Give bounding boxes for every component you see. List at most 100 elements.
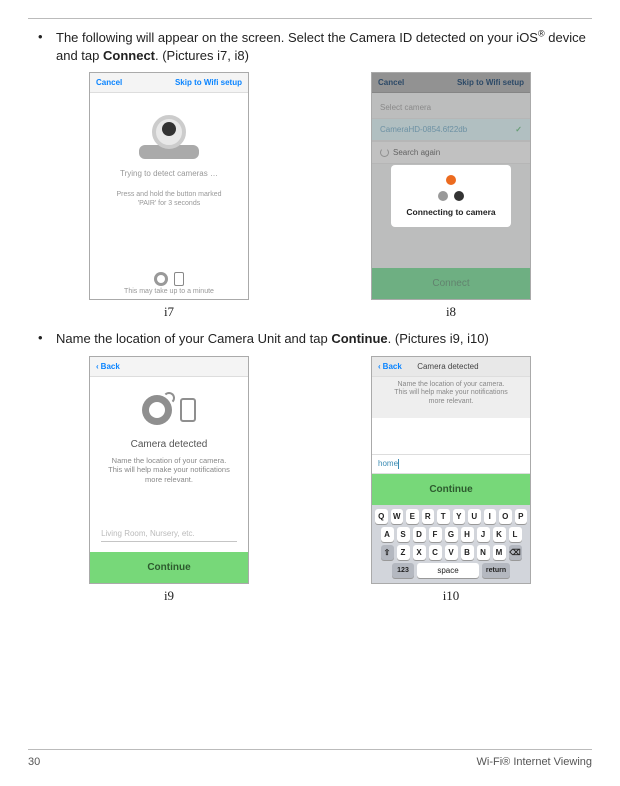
text: The following will appear on the screen.… — [56, 30, 538, 45]
bullet-item: The following will appear on the screen.… — [28, 29, 592, 64]
space-key[interactable]: space — [417, 563, 479, 578]
caption: i7 — [164, 304, 174, 320]
navbar: ‹ Back Camera detected — [372, 357, 530, 377]
phone-screen-i10: ‹ Back Camera detected Name the location… — [371, 356, 531, 584]
navbar-title: Camera detected — [417, 362, 478, 371]
registered-mark: ® — [538, 29, 545, 39]
footer-text: This may take up to a minute — [124, 288, 214, 295]
help-text: Press and hold the button marked'PAIR' f… — [116, 190, 221, 208]
key-T[interactable]: T — [437, 509, 450, 524]
key-⌫[interactable]: ⌫ — [509, 545, 522, 560]
key-J[interactable]: J — [477, 527, 490, 542]
continue-button[interactable]: Continue — [90, 552, 248, 583]
on-screen-keyboard[interactable]: QWERTYUIOP ASDFGHJKL ⇧ZXCVBNM⌫ 123 space… — [372, 505, 530, 583]
modal-overlay: Connecting to camera — [372, 93, 530, 299]
loading-icon — [438, 175, 464, 201]
page-number: 30 — [28, 756, 40, 768]
bullet-marker — [38, 29, 56, 64]
key-I[interactable]: I — [484, 509, 497, 524]
bullet-marker — [38, 330, 56, 348]
figure-i7: Cancel Skip to Wifi setup Trying to dete… — [89, 72, 249, 320]
cancel-button[interactable]: Cancel — [378, 78, 404, 87]
back-button[interactable]: ‹ Back — [378, 362, 402, 371]
keyboard-row-1: QWERTYUIOP — [375, 509, 527, 524]
location-input[interactable]: home — [372, 454, 530, 474]
caption: i8 — [446, 304, 456, 320]
camera-icon — [154, 272, 168, 286]
key-F[interactable]: F — [429, 527, 442, 542]
key-H[interactable]: H — [461, 527, 474, 542]
status-text: Trying to detect cameras … — [120, 169, 218, 178]
location-input[interactable]: Living Room, Nursery, etc. — [101, 526, 237, 542]
key-M[interactable]: M — [493, 545, 506, 560]
skip-link[interactable]: Skip to Wifi setup — [457, 78, 524, 87]
keyboard-row-3: ⇧ZXCVBNM⌫ — [375, 545, 527, 560]
bullet-text: The following will appear on the screen.… — [56, 29, 592, 64]
key-E[interactable]: E — [406, 509, 419, 524]
key-Q[interactable]: Q — [375, 509, 388, 524]
key-C[interactable]: C — [429, 545, 442, 560]
numbers-key[interactable]: 123 — [392, 563, 414, 578]
text-bold: Continue — [331, 331, 387, 346]
key-V[interactable]: V — [445, 545, 458, 560]
bullet-text: Name the location of your Camera Unit an… — [56, 330, 489, 348]
text-bold: Connect — [103, 48, 155, 63]
back-button[interactable]: ‹ Back — [96, 362, 120, 371]
camera-illustration — [134, 111, 204, 159]
key-O[interactable]: O — [499, 509, 512, 524]
figure-row: Cancel Skip to Wifi setup Trying to dete… — [28, 72, 592, 320]
key-Z[interactable]: Z — [397, 545, 410, 560]
sub-text: Name the location of your camera. This w… — [90, 456, 248, 485]
key-D[interactable]: D — [413, 527, 426, 542]
text: . (Pictures i9, i10) — [388, 331, 489, 346]
page-footer: 30 Wi-Fi® Internet Viewing — [28, 749, 592, 768]
cancel-button[interactable]: Cancel — [96, 78, 122, 87]
key-B[interactable]: B — [461, 545, 474, 560]
navbar: Cancel Skip to Wifi setup — [90, 73, 248, 93]
figure-i8: Cancel Skip to Wifi setup Select camera … — [371, 72, 531, 320]
return-key[interactable]: return — [482, 563, 510, 578]
figure-i9: ‹ Back Camera detected Name the location… — [89, 356, 249, 604]
bullet-item: Name the location of your Camera Unit an… — [28, 330, 592, 348]
caption: i10 — [443, 588, 460, 604]
chevron-left-icon: ‹ — [96, 362, 99, 371]
keyboard-row-4: 123 space return — [375, 563, 527, 578]
key-⇧[interactable]: ⇧ — [381, 545, 394, 560]
phone-screen-i7: Cancel Skip to Wifi setup Trying to dete… — [89, 72, 249, 300]
footer-icons — [154, 272, 184, 286]
skip-link[interactable]: Skip to Wifi setup — [175, 78, 242, 87]
key-X[interactable]: X — [413, 545, 426, 560]
navbar: Cancel Skip to Wifi setup — [372, 73, 530, 93]
figure-i10: ‹ Back Camera detected Name the location… — [371, 356, 531, 604]
phone-screen-i9: ‹ Back Camera detected Name the location… — [89, 356, 249, 584]
key-R[interactable]: R — [422, 509, 435, 524]
dialog-text: Connecting to camera — [406, 207, 495, 217]
continue-button[interactable]: Continue — [372, 474, 530, 505]
sub-text: Name the location of your camera. This w… — [378, 381, 524, 412]
key-N[interactable]: N — [477, 545, 490, 560]
key-U[interactable]: U — [468, 509, 481, 524]
heading: Camera detected — [131, 439, 208, 450]
key-G[interactable]: G — [445, 527, 458, 542]
text: . (Pictures i7, i8) — [155, 48, 249, 63]
key-K[interactable]: K — [493, 527, 506, 542]
phone-icon — [174, 272, 184, 286]
key-A[interactable]: A — [381, 527, 394, 542]
chevron-left-icon: ‹ — [378, 362, 381, 371]
figure-row: ‹ Back Camera detected Name the location… — [28, 356, 592, 604]
phone-icon — [180, 398, 196, 422]
caption: i9 — [164, 588, 174, 604]
key-W[interactable]: W — [391, 509, 404, 524]
camera-icon — [142, 395, 172, 425]
header-area: Name the location of your camera. This w… — [372, 377, 530, 418]
camera-phone-illustration — [142, 395, 196, 425]
navbar: ‹ Back — [90, 357, 248, 377]
phone-screen-i8: Cancel Skip to Wifi setup Select camera … — [371, 72, 531, 300]
key-S[interactable]: S — [397, 527, 410, 542]
text: Name the location of your Camera Unit an… — [56, 331, 331, 346]
section-title: Wi-Fi® Internet Viewing — [477, 756, 593, 768]
connecting-dialog: Connecting to camera — [391, 165, 511, 227]
key-P[interactable]: P — [515, 509, 528, 524]
key-Y[interactable]: Y — [453, 509, 466, 524]
key-L[interactable]: L — [509, 527, 522, 542]
